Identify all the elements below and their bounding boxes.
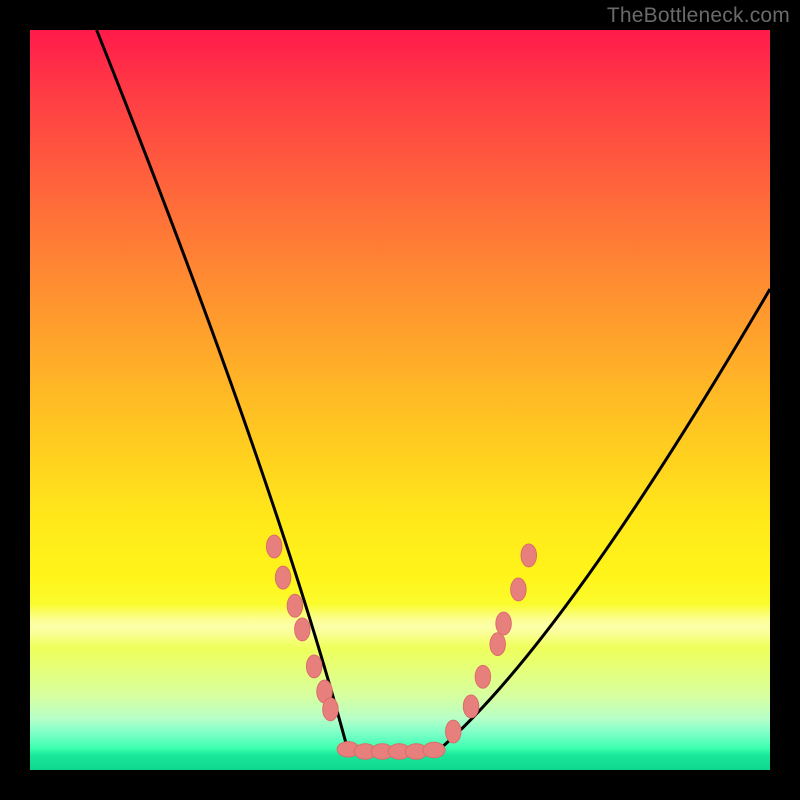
- bottleneck-curve-svg: [30, 30, 770, 770]
- curve-marker: [475, 665, 491, 688]
- curve-marker: [266, 535, 282, 558]
- curve-marker: [423, 742, 445, 758]
- curve-marker: [287, 594, 303, 617]
- curve-marker: [463, 695, 479, 718]
- curve-marker: [323, 698, 339, 721]
- chart-frame: TheBottleneck.com: [0, 0, 800, 800]
- curve-marker: [490, 633, 506, 656]
- marker-group: [266, 535, 536, 759]
- curve-marker: [306, 655, 322, 678]
- curve-marker: [275, 566, 291, 589]
- curve-marker: [521, 544, 537, 567]
- curve-marker: [446, 720, 462, 743]
- curve-marker: [496, 612, 512, 635]
- plot-area: [30, 30, 770, 770]
- curve-marker: [295, 618, 311, 641]
- watermark-text: TheBottleneck.com: [607, 4, 790, 28]
- curve-group: [97, 30, 770, 752]
- curve-marker: [511, 578, 527, 601]
- bottleneck-curve: [97, 30, 770, 752]
